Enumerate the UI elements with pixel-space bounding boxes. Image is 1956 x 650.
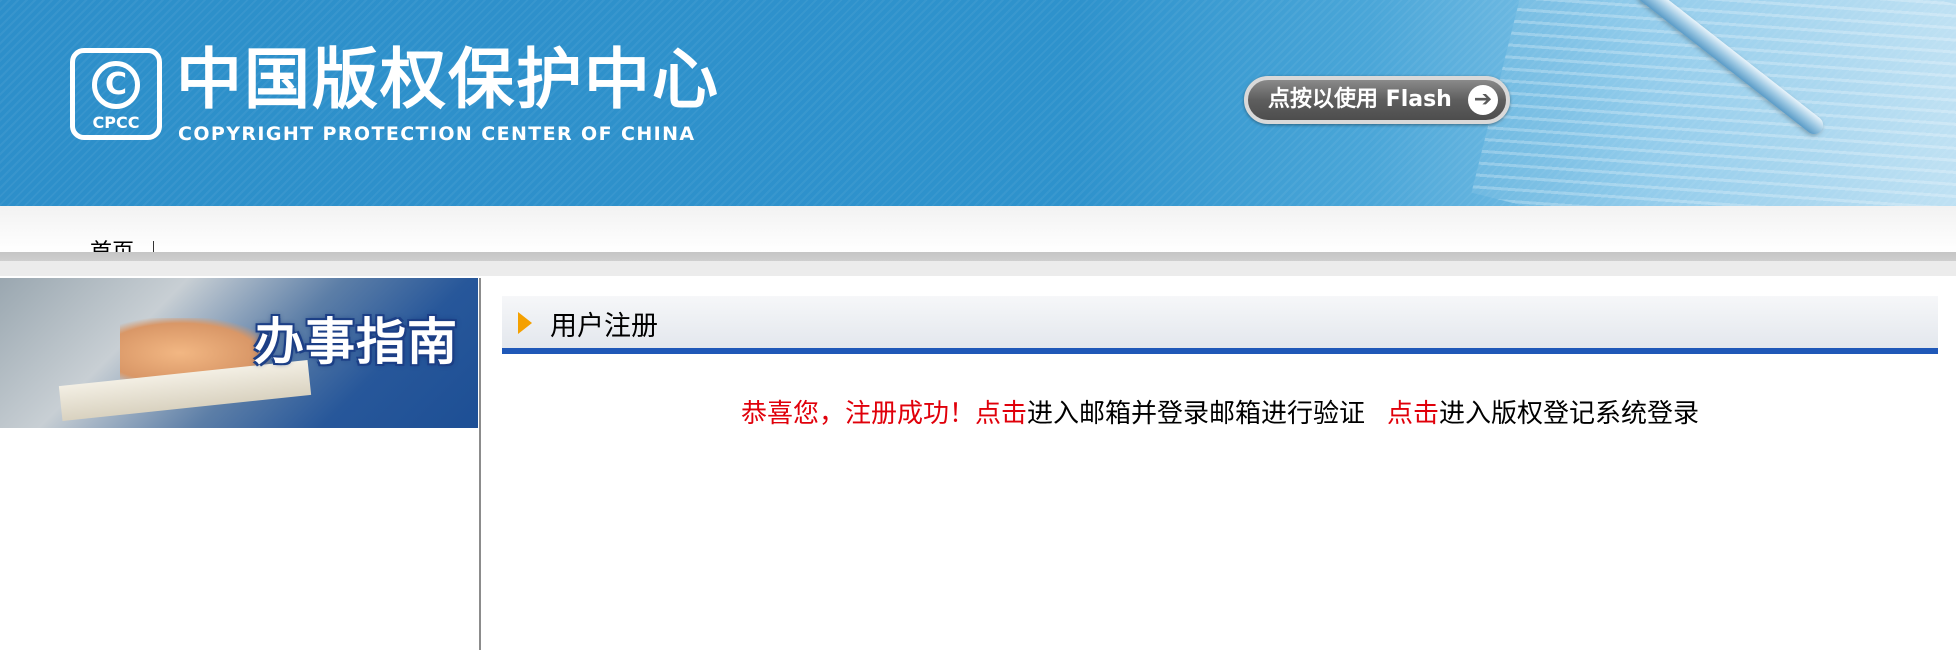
header-banner: C CPCC 中国版权保护中心 COPYRIGHT PROTECTION CEN… [0,0,1956,206]
enable-flash-button[interactable]: 点按以使用 Flash ➔ [1244,76,1510,124]
registration-success-message: 恭喜您，注册成功！点击进入邮箱并登录邮箱进行验证 点击进入版权登记系统登录 [502,396,1938,432]
orange-bullet-icon [518,312,532,334]
login-system-text: 进入版权登记系统登录 [1439,399,1700,429]
arrow-right-circle-icon: ➔ [1468,85,1498,115]
logo-mark-text: CPCC [92,113,140,132]
verify-email-text: 进入邮箱并登录邮箱进行验证 [1026,399,1365,429]
guide-banner-image[interactable]: 办事指南 [0,278,478,428]
section-header [502,296,1938,348]
success-text: 恭喜您，注册成功！ [740,399,975,429]
banner-document-graphic [1471,0,1956,206]
nav-bar [0,206,1956,252]
cpcc-logo-icon: C CPCC [70,48,162,140]
guide-banner-title: 办事指南 [254,313,458,371]
nav-rule-light [0,261,1956,276]
site-title-en: COPYRIGHT PROTECTION CENTER OF CHINA [178,123,696,145]
copyright-icon: C [92,61,140,109]
site-title-cn: 中国版权保护中心 [176,41,720,118]
page: C CPCC 中国版权保护中心 COPYRIGHT PROTECTION CEN… [0,0,1956,650]
verify-email-link[interactable]: 点击 [975,399,1027,429]
section-rule [502,348,1938,354]
flash-button-label: 点按以使用 Flash [1268,87,1452,112]
login-system-link[interactable]: 点击 [1387,399,1439,429]
nav-rule [0,252,1956,261]
section-title: 用户注册 [550,311,658,342]
column-divider [479,278,481,650]
